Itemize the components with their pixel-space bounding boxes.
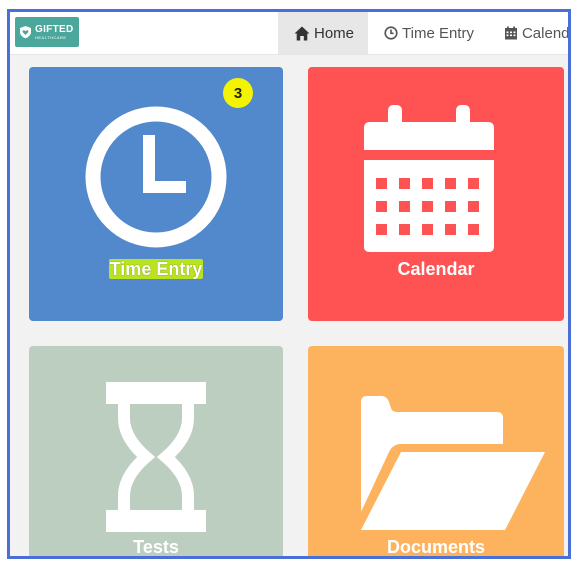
nav-calendar-label: Calenda [521,24,570,42]
tile-time-entry[interactable]: Time Entry 3 [29,67,283,321]
tile-time-entry-label: Time Entry [29,259,283,280]
tile-calendar-label: Calendar [397,259,475,279]
nav-time-entry[interactable]: Time Entry [368,12,488,54]
logo-subtitle: HEALTHCARE [35,34,67,40]
nav-home-label: Home [314,24,355,42]
nav-calendar[interactable]: Calenda [488,12,570,54]
nav-home[interactable]: Home [278,12,369,54]
calendar-icon [504,26,517,40]
clock-icon [384,26,398,40]
tile-tests[interactable]: Tests [29,346,283,557]
tile-documents-label: Documents [386,537,485,557]
heart-shield-icon [20,26,31,39]
top-navbar: GIFTED HEALTHCARE Home Time Entry Calend [10,12,568,55]
home-icon [294,26,310,40]
logo-name: GIFTED [35,23,74,35]
nav-time-entry-label: Time Entry [402,24,474,42]
tile-time-entry-text: Time Entry [108,259,204,279]
calendar-icon [364,105,494,252]
notification-badge: 3 [223,78,253,108]
main-nav: Home Time Entry Calend [278,12,570,54]
clock-icon [85,106,227,248]
logo-text: GIFTED HEALTHCARE [35,23,74,40]
tile-tests-label: Tests [133,537,179,557]
brand-logo[interactable]: GIFTED HEALTHCARE [15,17,79,47]
hourglass-icon [106,382,206,532]
folder-icon [361,396,545,530]
tile-calendar[interactable]: Calendar [308,67,564,321]
app-frame: GIFTED HEALTHCARE Home Time Entry Calend… [7,9,571,559]
tile-documents[interactable]: Documents [308,346,564,557]
